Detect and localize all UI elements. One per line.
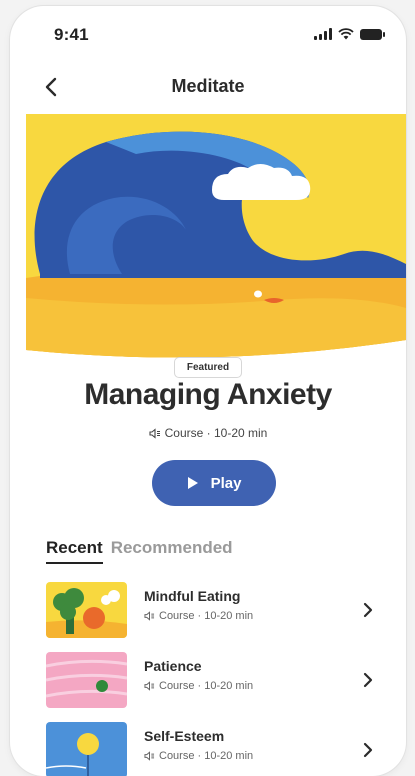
status-icons [314, 28, 385, 40]
list-item-meta-text: Course · 10-20 min [159, 610, 254, 622]
chevron-right-icon [363, 672, 373, 688]
list-item-meta-text: Course · 10-20 min [159, 750, 254, 762]
tab-recent[interactable]: Recent [46, 538, 103, 564]
featured-meta-text: Course · 10-20 min [164, 426, 268, 440]
chevron-right-icon [363, 602, 373, 618]
page-title: Meditate [171, 76, 245, 96]
speaker-icon [144, 681, 155, 691]
featured-badge: Featured [174, 357, 242, 378]
list-item-meta: Course · 10-20 min [144, 750, 253, 762]
nav-bar: Meditate [10, 68, 406, 108]
status-time: 9:41 [54, 25, 89, 44]
list-item-patience[interactable]: Patience Course · 10-20 min [46, 652, 392, 708]
play-button[interactable]: Play [152, 460, 276, 506]
battery-icon [360, 28, 385, 40]
speaker-icon [144, 751, 155, 761]
featured-hero-illustration [26, 114, 406, 358]
list-item-meta: Course · 10-20 min [144, 680, 253, 692]
list-item-mindful-eating[interactable]: Mindful Eating Course · 10-20 min [46, 582, 392, 638]
list-item-title: Mindful Eating [144, 588, 241, 604]
speaker-icon [144, 611, 155, 621]
featured-meta: Course · 10-20 min [10, 426, 406, 440]
mindful-eating-thumbnail [46, 582, 127, 638]
list-item-meta: Course · 10-20 min [144, 610, 253, 622]
self-esteem-thumbnail [46, 722, 127, 776]
featured-course-title: Managing Anxiety [84, 378, 332, 411]
list-item-self-esteem[interactable]: Self-Esteem Course · 10-20 min [46, 722, 392, 776]
status-bar: 9:41 [10, 6, 406, 58]
list-item-title: Patience [144, 658, 202, 674]
tab-bar: Recent Recommended [46, 538, 233, 564]
play-label: Play [210, 474, 242, 492]
patience-thumbnail [46, 652, 127, 708]
speaker-icon [149, 427, 160, 439]
list-item-title: Self-Esteem [144, 728, 225, 744]
tab-recommended[interactable]: Recommended [111, 538, 233, 564]
chevron-right-icon [363, 742, 373, 758]
play-icon [187, 477, 198, 489]
signal-icon [314, 28, 332, 40]
list-item-meta-text: Course · 10-20 min [159, 680, 254, 692]
phone-screen: 9:41 Meditate Featured Managing Anxiety … [10, 6, 406, 776]
wifi-icon [338, 28, 354, 40]
